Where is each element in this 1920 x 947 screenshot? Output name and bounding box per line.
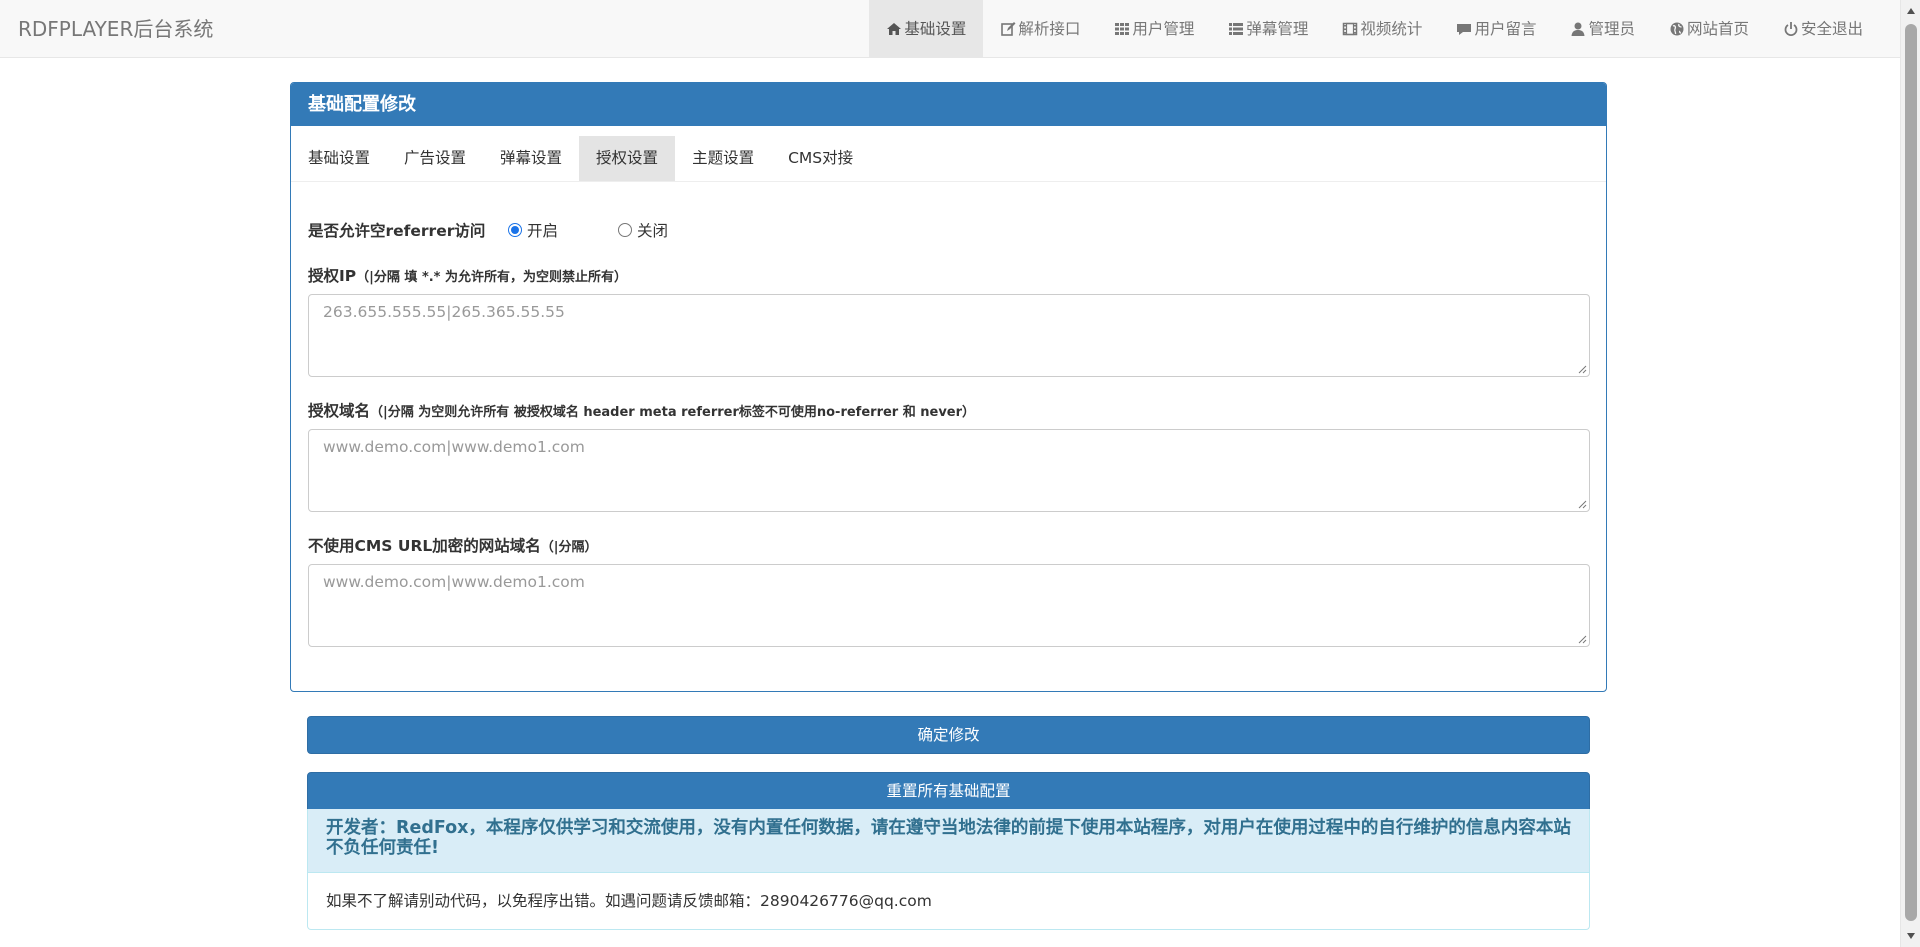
disclaimer-alert: 开发者：RedFox，本程序仅供学习和交流使用，没有内置任何数据，请在遵守当地法…	[307, 809, 1590, 873]
tab-cms-integration[interactable]: CMS对接	[771, 136, 870, 181]
nav-item-danmaku-management[interactable]: 弹幕管理	[1211, 0, 1325, 58]
top-navbar: RDFPLAYER后台系统 基础设置 解析接口 用户管理 弹幕管理 视频统计 用…	[0, 0, 1900, 58]
nav-item-admin[interactable]: 管理员	[1553, 0, 1652, 58]
tab-basic-settings[interactable]: 基础设置	[291, 136, 387, 181]
edit-icon	[1000, 21, 1016, 37]
auth-ip-label: 授权IP	[308, 267, 357, 285]
nav-item-label: 安全退出	[1800, 20, 1863, 38]
auth-ip-hint: （|分隔 填 *.* 为允许所有，为空则禁止所有）	[356, 270, 628, 285]
auth-ip-textarea[interactable]: 263.655.555.55|265.365.55.55	[308, 294, 1590, 377]
auth-domain-textarea[interactable]: www.demo.com|www.demo1.com	[308, 429, 1590, 512]
referrer-radio-off[interactable]: 关闭	[618, 219, 668, 241]
nav-item-user-management[interactable]: 用户管理	[1097, 0, 1211, 58]
radio-unchecked-icon[interactable]	[618, 223, 633, 237]
nav-item-user-messages[interactable]: 用户留言	[1439, 0, 1553, 58]
help-note: 如果不了解请别动代码，以免程序出错。如遇问题请反馈邮箱：2890426776@q…	[307, 873, 1590, 930]
referrer-radio-on[interactable]: 开启	[508, 219, 558, 241]
auth-domain-placeholder: www.demo.com|www.demo1.com	[323, 438, 585, 456]
no-encrypt-domain-label-row: 不使用CMS URL加密的网站域名（|分隔）	[308, 536, 1589, 556]
globe-icon	[1669, 21, 1685, 37]
no-encrypt-domain-hint: （|分隔）	[540, 540, 598, 555]
tab-auth-settings[interactable]: 授权设置	[579, 136, 676, 181]
reset-all-button[interactable]: 重置所有基础配置	[307, 772, 1590, 810]
nav-item-label: 基础设置	[904, 20, 967, 38]
auth-domain-label: 授权域名	[308, 402, 371, 420]
scroll-down-arrow-icon[interactable]	[1901, 927, 1920, 945]
no-encrypt-domain-placeholder: www.demo.com|www.demo1.com	[323, 573, 585, 591]
panel-title: 基础配置修改	[291, 83, 1606, 126]
power-icon	[1783, 21, 1799, 37]
nav-item-label: 弹幕管理	[1246, 20, 1309, 38]
page-scrollbar[interactable]	[1900, 0, 1920, 947]
nav-item-label: 管理员	[1588, 20, 1635, 38]
nav-item-label: 视频统计	[1360, 20, 1423, 38]
settings-tabs: 基础设置 广告设置 弹幕设置 授权设置 主题设置 CMS对接	[291, 136, 1606, 182]
nav-item-label: 解析接口	[1018, 20, 1081, 38]
comment-icon	[1456, 21, 1472, 37]
nav-item-basic-settings[interactable]: 基础设置	[869, 0, 984, 58]
auth-settings-form: 是否允许空referrer访问 开启 关闭 授权IP（|分隔 填 *.* 为允许…	[291, 218, 1606, 647]
nav-item-label: 用户管理	[1132, 20, 1195, 38]
scrollbar-thumb[interactable]	[1905, 24, 1917, 921]
nav-item-site-home[interactable]: 网站首页	[1652, 0, 1766, 58]
list-icon	[1228, 21, 1244, 37]
auth-ip-label-row: 授权IP（|分隔 填 *.* 为允许所有，为空则禁止所有）	[308, 266, 1589, 286]
resize-grip-icon[interactable]	[1577, 499, 1587, 509]
home-icon	[886, 21, 902, 37]
tab-ad-settings[interactable]: 广告设置	[387, 136, 483, 181]
nav-item-parse-api[interactable]: 解析接口	[983, 0, 1097, 58]
radio-label: 关闭	[637, 222, 669, 240]
nav-item-video-statistics[interactable]: 视频统计	[1325, 0, 1439, 58]
auth-domain-label-row: 授权域名（|分隔 为空则允许所有 被授权域名 header meta refer…	[308, 401, 1589, 421]
nav-item-label: 用户留言	[1474, 20, 1537, 38]
brand-title[interactable]: RDFPLAYER后台系统	[18, 0, 213, 58]
referrer-label: 是否允许空referrer访问	[308, 222, 486, 240]
radio-label: 开启	[527, 222, 559, 240]
user-icon	[1570, 21, 1586, 37]
nav-item-logout[interactable]: 安全退出	[1766, 0, 1880, 58]
resize-grip-icon[interactable]	[1577, 364, 1587, 374]
nav-item-label: 网站首页	[1686, 20, 1749, 38]
referrer-setting-row: 是否允许空referrer访问 开启 关闭	[308, 218, 1589, 242]
config-panel: 基础配置修改 基础设置 广告设置 弹幕设置 授权设置 主题设置 CMS对接 是否…	[290, 82, 1607, 692]
confirm-button[interactable]: 确定修改	[307, 716, 1590, 754]
radio-checked-icon[interactable]	[508, 223, 522, 237]
no-encrypt-domain-label: 不使用CMS URL加密的网站域名	[308, 537, 541, 555]
tab-theme-settings[interactable]: 主题设置	[675, 136, 771, 181]
auth-ip-placeholder: 263.655.555.55|265.365.55.55	[323, 303, 565, 321]
auth-domain-hint: （|分隔 为空则允许所有 被授权域名 header meta referrer标…	[370, 405, 976, 420]
film-icon	[1342, 21, 1358, 37]
scroll-up-arrow-icon[interactable]	[1901, 2, 1920, 20]
resize-grip-icon[interactable]	[1577, 634, 1587, 644]
no-encrypt-domain-textarea[interactable]: www.demo.com|www.demo1.com	[308, 564, 1590, 647]
tab-danmaku-settings[interactable]: 弹幕设置	[483, 136, 579, 181]
main-nav: 基础设置 解析接口 用户管理 弹幕管理 视频统计 用户留言 管理员 网站首页 安…	[869, 0, 1880, 58]
grid-icon	[1114, 21, 1130, 37]
